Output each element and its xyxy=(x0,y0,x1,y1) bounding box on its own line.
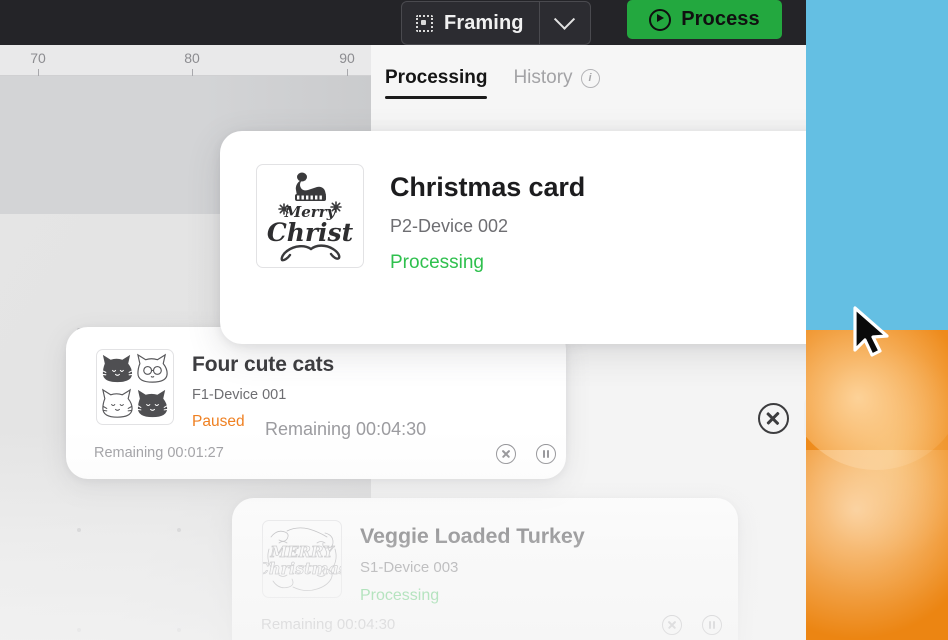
pause-job-button[interactable] xyxy=(804,395,806,441)
job-card-main-row: Merry Christ Christmas card P2-Device 00… xyxy=(256,164,585,274)
info-circle-icon[interactable]: i xyxy=(580,68,600,88)
panel-header: Processing History i xyxy=(371,45,806,120)
cancel-job-button[interactable] xyxy=(750,395,796,441)
job-remaining-time: Remaining 00:01:27 xyxy=(94,445,224,461)
job-card-actions xyxy=(750,395,806,441)
grid-dot xyxy=(177,528,181,532)
ruler-tick-mark xyxy=(38,69,39,76)
grid-dot xyxy=(177,628,181,632)
tab-processing-label: Processing xyxy=(385,67,488,88)
job-status-badge: Processing xyxy=(390,252,484,273)
job-title: Veggie Loaded Turkey xyxy=(360,524,585,548)
job-card-texts: Christmas card P2-Device 002 Processing xyxy=(390,164,585,274)
job-remaining-time: Remaining 00:04:30 xyxy=(265,419,427,439)
panel-tabs: Processing History i xyxy=(385,67,600,106)
framing-button[interactable]: Framing xyxy=(402,2,539,44)
app-window: 70 80 90 Processing History i Merry Chri… xyxy=(0,0,806,640)
job-status-badge: Processing xyxy=(360,587,440,604)
job-device: P2-Device 002 xyxy=(390,216,509,236)
pause-job-button[interactable] xyxy=(531,439,561,469)
tab-processing[interactable]: Processing xyxy=(385,67,488,106)
job-device: S1-Device 003 xyxy=(360,559,459,576)
mouse-pointer-arrow xyxy=(853,306,889,357)
svg-text:Christmas: Christmas xyxy=(263,559,341,578)
job-card[interactable]: Merry Christ Christmas card P2-Device 00… xyxy=(220,131,806,441)
dotted-square-icon xyxy=(416,14,433,32)
job-title: Christmas card xyxy=(390,172,586,202)
process-button-label: Process xyxy=(681,8,760,30)
horizontal-ruler: 70 80 90 xyxy=(0,45,371,76)
ornate-merry-christmas-thumbnail: MERRY Christmas xyxy=(262,520,342,598)
grid-dot xyxy=(77,628,81,632)
four-cat-faces-thumbnail xyxy=(96,349,174,425)
framing-tool-group: Framing xyxy=(401,1,591,45)
job-title: Four cute cats xyxy=(192,353,335,376)
top-toolbar: Framing Process xyxy=(0,0,806,45)
job-card-actions xyxy=(657,610,727,640)
merry-christ-santa-hat-thumbnail: Merry Christ xyxy=(256,164,364,268)
chevron-down-icon xyxy=(554,8,576,30)
pause-job-button[interactable] xyxy=(697,610,727,640)
pause-circle-icon xyxy=(536,444,556,464)
job-remaining-time: Remaining 00:04:30 xyxy=(261,616,396,633)
close-circle-icon xyxy=(662,615,682,635)
job-card[interactable]: MERRY Christmas Veggie Loaded Turkey S1-… xyxy=(232,498,738,640)
close-circle-icon xyxy=(757,402,789,434)
job-card-main-row: MERRY Christmas Veggie Loaded Turkey S1-… xyxy=(262,520,585,605)
job-card-texts: Veggie Loaded Turkey S1-Device 003 Proce… xyxy=(360,520,585,605)
svg-text:Christ: Christ xyxy=(267,218,354,247)
tab-history[interactable]: History i xyxy=(513,67,600,106)
pause-circle-icon xyxy=(702,615,722,635)
cancel-job-button[interactable] xyxy=(657,610,687,640)
ruler-tick-label: 80 xyxy=(184,50,200,66)
framing-dropdown-button[interactable] xyxy=(538,2,590,44)
framing-button-label: Framing xyxy=(444,11,524,34)
job-device: F1-Device 001 xyxy=(192,387,287,403)
ruler-tick-label: 90 xyxy=(339,50,355,66)
process-button[interactable]: Process xyxy=(627,0,782,39)
close-circle-icon xyxy=(496,444,516,464)
grid-dot xyxy=(77,528,81,532)
wallpaper-canyon xyxy=(806,330,948,640)
job-card-actions xyxy=(491,439,561,469)
ruler-tick-mark xyxy=(347,69,348,76)
wallpaper-sky xyxy=(806,0,948,332)
ruler-tick-label: 70 xyxy=(30,50,46,66)
play-circle-icon xyxy=(649,8,672,31)
cancel-job-button[interactable] xyxy=(491,439,521,469)
job-card[interactable]: Four cute cats F1-Device 001 Paused Rema… xyxy=(66,327,566,479)
ruler-tick-mark xyxy=(192,69,193,76)
tab-history-label: History xyxy=(513,67,573,88)
